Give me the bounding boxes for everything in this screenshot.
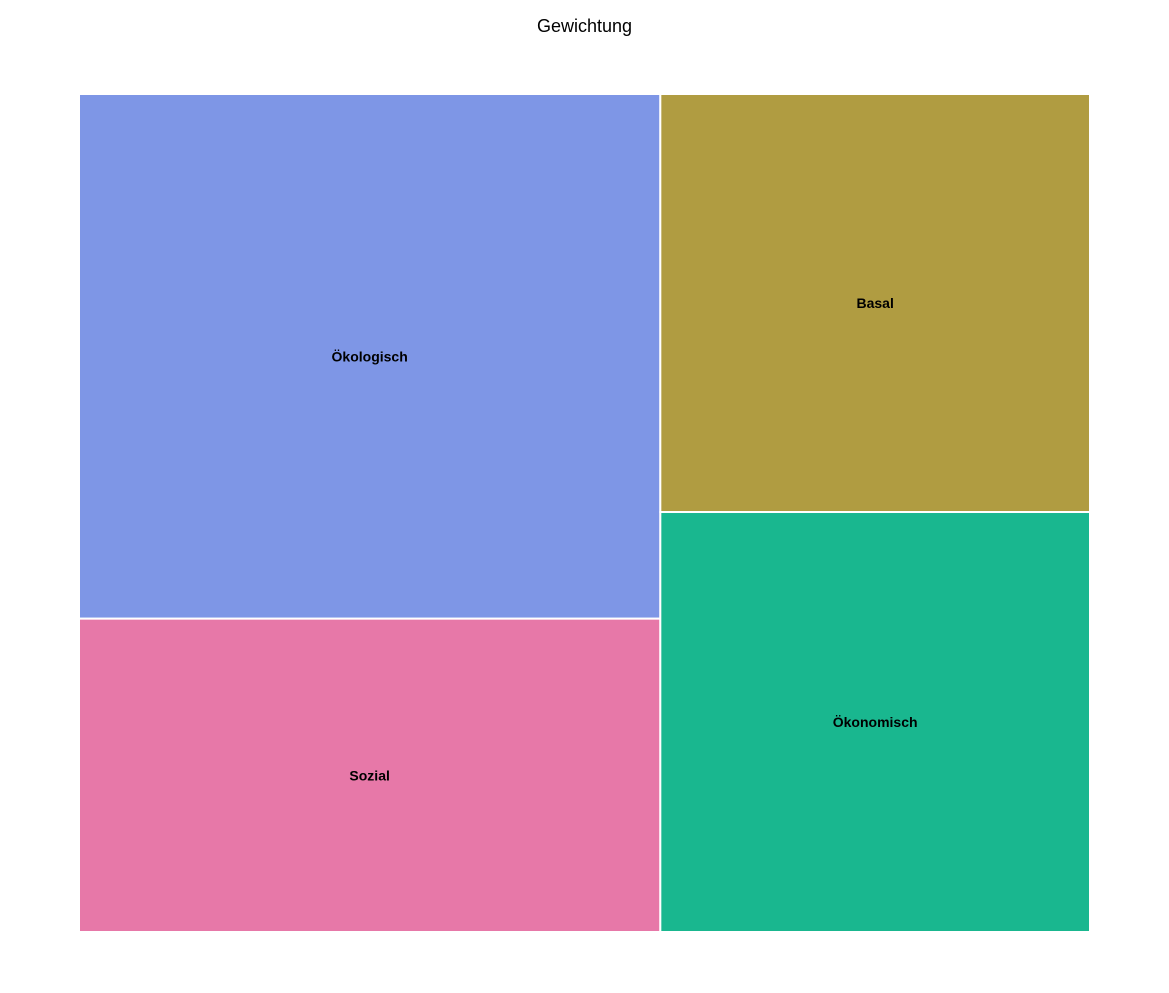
- treemap-label-sozial: Sozial: [349, 767, 389, 783]
- treemap-label-basal: Basal: [856, 295, 893, 311]
- treemap-chart: Ökologisch Sozial Basal Ökonomisch: [78, 93, 1091, 934]
- treemap-label-oekonomisch: Ökonomisch: [833, 714, 918, 730]
- treemap-label-oekologisch: Ökologisch: [332, 348, 408, 364]
